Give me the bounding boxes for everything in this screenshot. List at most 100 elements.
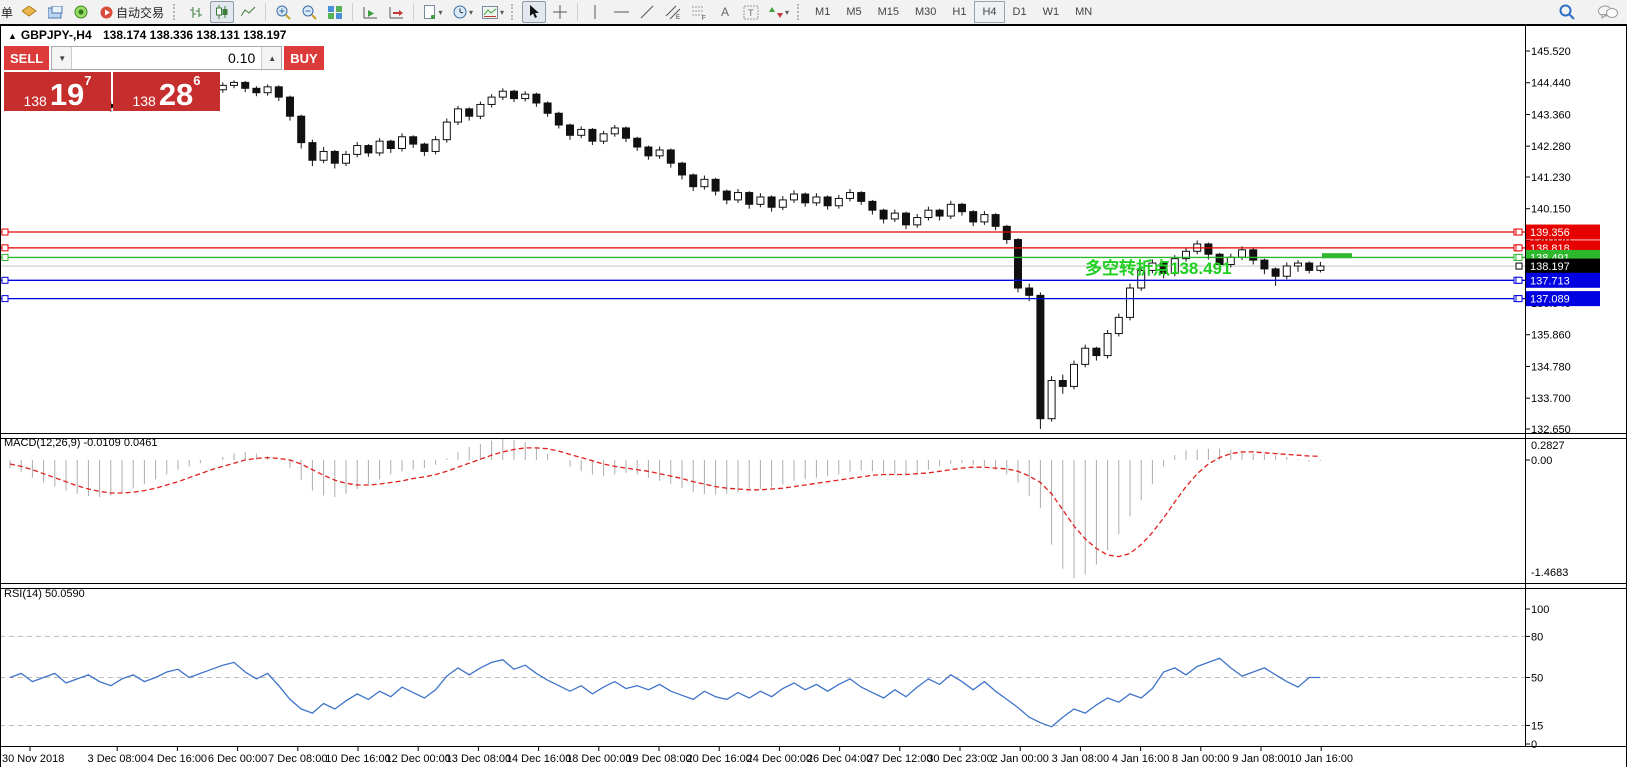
chart-ohlc: 138.174 138.336 138.131 138.197 <box>103 28 287 42</box>
line-handle[interactable] <box>2 245 8 251</box>
dropdown-arrow-icon[interactable]: ▾ <box>439 8 443 17</box>
timeframe-button-M15[interactable]: M15 <box>870 1 907 23</box>
candle-body <box>1261 260 1268 269</box>
trendline-icon[interactable] <box>635 1 659 23</box>
timeframe-button-M30[interactable]: M30 <box>907 1 944 23</box>
macd-max-label: 0.2827 <box>1531 440 1565 452</box>
indicators-icon[interactable]: ▾ <box>479 1 507 23</box>
dropdown-arrow-icon[interactable]: ▾ <box>785 8 789 17</box>
timeframe-button-D1[interactable]: D1 <box>1005 1 1035 23</box>
candlestick-chart-icon[interactable] <box>210 1 234 23</box>
candle-body <box>623 128 630 138</box>
candle-body <box>645 147 652 156</box>
line-handle[interactable] <box>1516 245 1522 251</box>
vertical-line-icon[interactable] <box>583 1 607 23</box>
period-icon[interactable]: ▾ <box>449 1 477 23</box>
timeframe-button-M5[interactable]: M5 <box>838 1 869 23</box>
zoom-out-icon[interactable] <box>297 1 321 23</box>
text-icon[interactable]: A <box>713 1 737 23</box>
candle-body <box>914 218 921 225</box>
line-handle[interactable] <box>2 296 8 302</box>
price-tick-label: 145.520 <box>1531 46 1571 58</box>
text-label-icon[interactable]: T <box>739 1 763 23</box>
line-chart-icon[interactable] <box>236 1 260 23</box>
candle-body <box>443 122 450 140</box>
timeframe-button-M1[interactable]: M1 <box>807 1 838 23</box>
time-tick-label: 2 Jan 00:00 <box>991 753 1049 765</box>
time-tick-label: 14 Dec 16:00 <box>506 753 571 765</box>
chat-icon[interactable] <box>1596 1 1620 23</box>
candle-body <box>410 137 417 144</box>
bar-chart-icon[interactable] <box>184 1 208 23</box>
candle-body <box>1283 266 1290 276</box>
line-handle[interactable] <box>1516 277 1522 283</box>
candle-body <box>1082 348 1089 364</box>
search-icon[interactable] <box>1555 1 1579 23</box>
candle-body <box>219 85 226 89</box>
time-tick-label: 4 Dec 16:00 <box>148 753 207 765</box>
auto-scroll-icon[interactable] <box>358 1 382 23</box>
arrows-icon[interactable]: ▾ <box>765 1 793 23</box>
timeframe-button-H1[interactable]: H1 <box>944 1 974 23</box>
timeframe-button-H4[interactable]: H4 <box>974 1 1004 23</box>
volume-decrease-button[interactable]: ▼ <box>52 47 72 69</box>
candle-body <box>298 116 305 142</box>
buy-button[interactable]: BUY <box>284 46 323 70</box>
crosshair-icon[interactable] <box>548 1 572 23</box>
time-tick-label: 3 Dec 08:00 <box>88 753 147 765</box>
volume-input[interactable] <box>72 47 261 69</box>
candle-body <box>1048 381 1055 419</box>
candle-body <box>544 103 551 113</box>
price-tick-label: 133.700 <box>1531 393 1571 405</box>
new-order-button[interactable]: 单 <box>1 4 13 21</box>
one-click-trading-panel: SELL ▼ ▲ BUY 138 19 7 138 28 6 <box>4 46 220 111</box>
channel-icon[interactable]: E <box>661 1 685 23</box>
zoom-in-icon[interactable] <box>271 1 295 23</box>
line-handle[interactable] <box>2 254 8 260</box>
price-badge-label: 139.356 <box>1530 227 1570 239</box>
macd-signal-line <box>10 448 1320 557</box>
time-tick-label: 9 Jan 08:00 <box>1232 753 1290 765</box>
line-handle[interactable] <box>1516 296 1522 302</box>
price-tick-label: 143.360 <box>1531 109 1571 121</box>
candle-body <box>275 87 282 97</box>
fibonacci-icon[interactable]: F <box>687 1 711 23</box>
line-handle[interactable] <box>2 277 8 283</box>
candle-body <box>959 204 966 211</box>
timeframe-button-MN[interactable]: MN <box>1067 1 1100 23</box>
svg-text:T: T <box>748 8 754 18</box>
pane-separator-rsi[interactable] <box>0 583 1627 589</box>
auto-trading-icon[interactable]: 自动交易 <box>95 1 169 23</box>
chart-canvas[interactable]: 145.520144.440143.360142.280141.230140.1… <box>0 0 1627 767</box>
dropdown-arrow-icon[interactable]: ▾ <box>469 8 473 17</box>
market-watch-icon[interactable] <box>17 1 41 23</box>
candle-body <box>287 97 294 116</box>
candle-body <box>533 94 540 103</box>
line-handle[interactable] <box>2 229 8 235</box>
sell-quote[interactable]: 138 19 7 <box>4 72 111 111</box>
timeframe-button-W1[interactable]: W1 <box>1035 1 1068 23</box>
pane-separator-macd[interactable] <box>0 433 1627 439</box>
candle-body <box>578 129 585 135</box>
collapse-arrow-icon[interactable]: ▲ <box>8 31 17 41</box>
new-template-icon[interactable]: ▾ <box>419 1 447 23</box>
sell-button[interactable]: SELL <box>4 46 49 70</box>
candle-body <box>1239 250 1246 257</box>
chart-shift-icon[interactable] <box>384 1 408 23</box>
candle-body <box>791 194 798 200</box>
time-tick-label: 24 Dec 00:00 <box>747 753 812 765</box>
buy-quote[interactable]: 138 28 6 <box>113 72 220 111</box>
strategy-window-icon[interactable] <box>43 1 67 23</box>
line-handle[interactable] <box>1516 229 1522 235</box>
volume-increase-button[interactable]: ▲ <box>261 47 281 69</box>
horizontal-line-icon[interactable] <box>609 1 633 23</box>
dropdown-arrow-icon[interactable]: ▾ <box>500 8 504 17</box>
candle-body <box>567 125 574 135</box>
line-handle[interactable] <box>1516 263 1522 269</box>
cursor-icon[interactable] <box>522 1 546 23</box>
line-handle[interactable] <box>1516 254 1522 260</box>
tile-windows-icon[interactable] <box>323 1 347 23</box>
rsi-tick-label: 15 <box>1531 720 1543 732</box>
signal-icon[interactable] <box>69 1 93 23</box>
toolbar-grip <box>797 4 804 20</box>
